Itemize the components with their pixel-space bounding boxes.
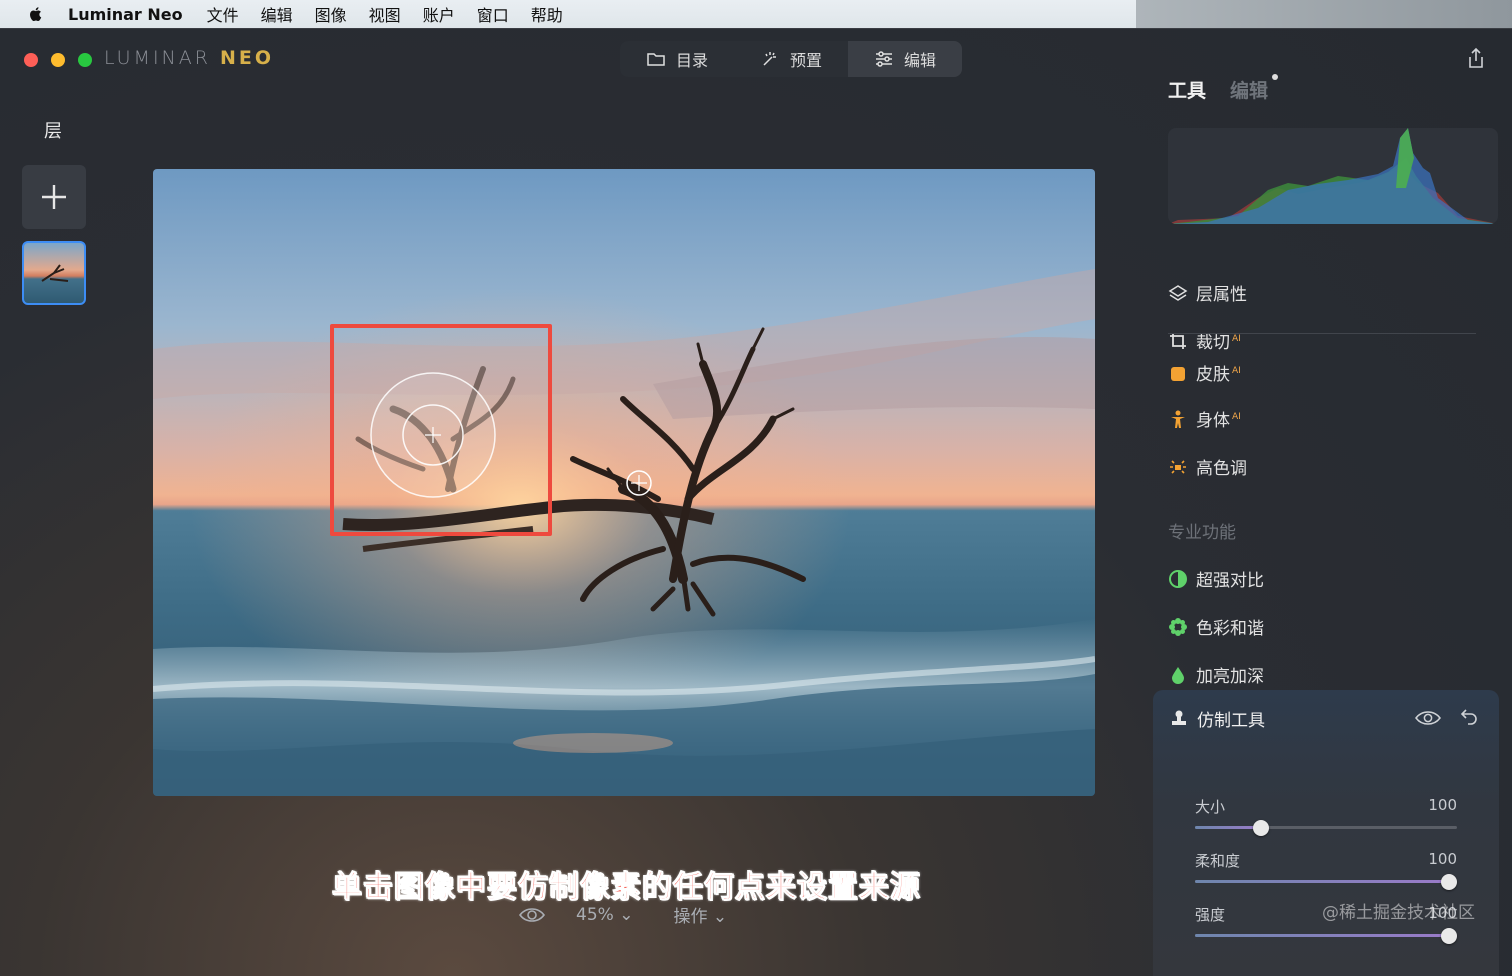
sparkle-icon: [763, 52, 777, 66]
slider-fill: [1195, 826, 1261, 829]
clone-tool-header[interactable]: 仿制工具: [1169, 706, 1265, 731]
chevron-down-icon: ⌄: [619, 904, 634, 925]
edits-indicator-dot: [1272, 74, 1279, 80]
slider-softness-value: 100: [1428, 850, 1457, 868]
undo-icon[interactable]: [1459, 706, 1479, 726]
menu-bar: Luminar Neo 文件 编辑 图像 视图 账户 窗口 帮助: [0, 0, 1512, 28]
menu-edit[interactable]: 编辑: [261, 2, 293, 26]
clone-tool-panel: 仿制工具 大小 100 柔和度 100 强度 100: [1153, 690, 1499, 976]
menu-view[interactable]: 视图: [369, 2, 401, 26]
slider-knob[interactable]: [1441, 928, 1458, 944]
canvas-bottom-bar: 45% ⌄ 操作 ⌄: [518, 902, 727, 927]
minimize-window-button[interactable]: [51, 53, 65, 67]
slider-fill: [1195, 934, 1450, 937]
actions-label: 操作: [673, 907, 708, 927]
tab-edit-label: 编辑: [904, 51, 937, 70]
tool-high-key[interactable]: 高色调: [1168, 454, 1247, 479]
eye-icon[interactable]: [1415, 710, 1441, 726]
tool-layer-properties-label: 层属性: [1196, 285, 1247, 305]
menu-help[interactable]: 帮助: [531, 2, 563, 26]
menu-account[interactable]: 账户: [423, 2, 455, 26]
tool-crop-label: 裁切 AI: [1196, 333, 1241, 353]
tool-color-harmony[interactable]: 色彩和谐: [1168, 614, 1264, 639]
watermark-text: @稀土掘金技术社区: [1322, 903, 1475, 923]
tool-body[interactable]: 身体 AI: [1168, 406, 1241, 431]
menu-bar-right-area: [1136, 0, 1512, 28]
menu-app-name[interactable]: Luminar Neo: [68, 5, 183, 24]
menu-window[interactable]: 窗口: [477, 2, 509, 26]
tab-presets[interactable]: 预置: [734, 41, 848, 77]
tool-high-key-label: 高色调: [1196, 459, 1247, 479]
slider-knob[interactable]: [1252, 820, 1269, 836]
tool-body-label: 身体 AI: [1196, 411, 1241, 431]
tab-tools[interactable]: 工具: [1168, 76, 1206, 103]
chevron-down-icon: ⌄: [712, 907, 728, 927]
slider-size-value: 100: [1428, 796, 1457, 814]
section-pro-tools: 专业功能: [1168, 523, 1236, 543]
body-icon: [1168, 409, 1188, 429]
skin-icon: [1168, 363, 1188, 383]
slider-softness-label: 柔和度: [1195, 852, 1241, 870]
add-layer-button[interactable]: [22, 165, 86, 229]
right-panel-tabs: 工具 编辑: [1168, 74, 1279, 103]
drop-icon: [1168, 665, 1188, 685]
zoom-value: 45%: [576, 904, 614, 925]
sliders-icon: [876, 51, 893, 67]
tool-dodge-burn[interactable]: 加亮加深: [1168, 662, 1264, 687]
folder-icon: [647, 53, 665, 66]
mode-tabs: 目录 预置 编辑: [620, 41, 963, 77]
instruction-caption: 单击图像中要仿制像素的任何点来设置来源: [332, 870, 921, 906]
slider-fill: [1195, 880, 1450, 883]
tool-crop[interactable]: 裁切 AI: [1168, 328, 1241, 353]
tool-color-harmony-label: 色彩和谐: [1196, 619, 1264, 639]
tool-dodge-burn-label: 加亮加深: [1196, 667, 1264, 687]
tab-edits[interactable]: 编辑: [1230, 74, 1279, 103]
contrast-icon: [1168, 569, 1188, 589]
share-icon[interactable]: [1466, 47, 1486, 69]
close-window-button[interactable]: [24, 53, 38, 67]
zoom-window-button[interactable]: [78, 53, 92, 67]
layers-icon: [1168, 283, 1188, 303]
layers-panel-title: 层: [44, 121, 62, 142]
layer-thumbnail[interactable]: [22, 241, 86, 305]
source-highlight-box: [330, 324, 552, 536]
menu-file[interactable]: 文件: [207, 2, 239, 26]
slider-size-label: 大小: [1195, 798, 1226, 816]
slider-knob[interactable]: [1441, 874, 1458, 890]
window-controls: [24, 53, 92, 67]
actions-dropdown[interactable]: 操作 ⌄: [673, 902, 727, 927]
tool-skin[interactable]: 皮肤 AI: [1168, 360, 1241, 385]
histogram: [1168, 128, 1498, 224]
photo-canvas[interactable]: [153, 169, 1095, 796]
tool-skin-label: 皮肤 AI: [1196, 365, 1241, 385]
tool-layer-properties[interactable]: 层属性: [1168, 280, 1247, 305]
tool-supercontrast-label: 超强对比: [1196, 571, 1264, 591]
app-logo: LUMINAR NEO: [104, 47, 275, 69]
menu-image[interactable]: 图像: [315, 2, 347, 26]
tab-catalog[interactable]: 目录: [620, 41, 734, 77]
tab-catalog-label: 目录: [676, 51, 709, 70]
apple-icon[interactable]: [24, 2, 48, 26]
eye-icon[interactable]: [518, 906, 546, 924]
tools-divider: [1168, 333, 1476, 334]
stamp-icon: [1172, 710, 1186, 725]
tab-edit[interactable]: 编辑: [848, 41, 963, 77]
clone-tool-title: 仿制工具: [1197, 711, 1265, 731]
plus-icon: [42, 185, 66, 209]
zoom-dropdown[interactable]: 45% ⌄: [576, 905, 633, 925]
high-key-icon: [1168, 457, 1188, 477]
flower-icon: [1168, 617, 1188, 637]
tab-presets-label: 预置: [790, 51, 823, 70]
tool-supercontrast[interactable]: 超强对比: [1168, 566, 1264, 591]
slider-strength-label: 强度: [1195, 906, 1226, 924]
